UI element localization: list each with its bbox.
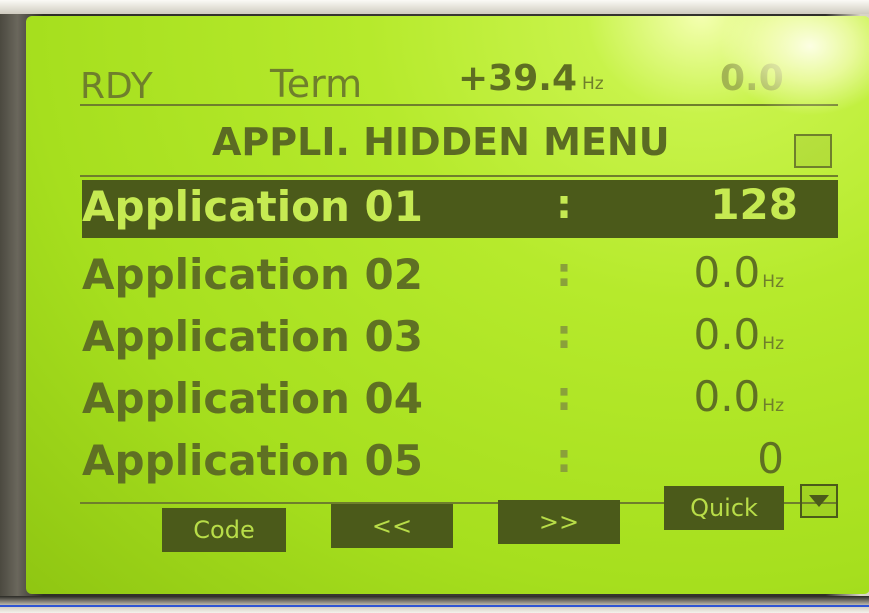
title-divider bbox=[80, 175, 838, 177]
menu-item-application-03[interactable]: Application 03 : 0.0 Hz bbox=[82, 310, 838, 368]
menu-item-separator: : bbox=[556, 374, 572, 420]
menu-item-value: 0 bbox=[757, 434, 784, 483]
menu-item-value-number: 128 bbox=[710, 180, 798, 229]
code-button[interactable]: Code bbox=[162, 508, 286, 552]
frame-top-edge bbox=[0, 0, 869, 14]
menu-item-value: 0.0 Hz bbox=[693, 372, 784, 421]
triangle-down-icon bbox=[809, 495, 829, 507]
menu-item-value: 128 bbox=[710, 180, 798, 229]
status-frequency-unit: Hz bbox=[582, 74, 604, 94]
menu-item-value: 0.0 Hz bbox=[693, 248, 784, 297]
blank-square-icon bbox=[794, 134, 832, 168]
menu-item-separator: : bbox=[556, 312, 572, 358]
menu-item-label: Application 03 bbox=[82, 312, 423, 361]
menu-item-label: Application 02 bbox=[82, 250, 423, 299]
status-right-value: 0.0 bbox=[720, 58, 784, 99]
lcd-screen: RDY Term +39.4 Hz 0.0 APPLI. HIDDEN MENU… bbox=[26, 16, 869, 594]
menu-item-label: Application 04 bbox=[82, 374, 423, 423]
status-divider bbox=[80, 104, 838, 106]
previous-button[interactable]: << bbox=[331, 504, 453, 548]
scroll-down-button[interactable] bbox=[800, 484, 838, 518]
menu-item-separator: : bbox=[556, 436, 572, 482]
next-button[interactable]: >> bbox=[498, 500, 620, 544]
menu-item-label: Application 05 bbox=[82, 436, 423, 485]
status-state: RDY bbox=[80, 66, 153, 107]
menu-item-value-number: 0 bbox=[757, 434, 784, 483]
menu-item-value-number: 0.0 bbox=[693, 372, 761, 421]
menu-item-value-unit: Hz bbox=[762, 334, 784, 354]
quick-button[interactable]: Quick bbox=[664, 486, 784, 530]
menu-item-label: Application 01 bbox=[82, 182, 423, 231]
blue-edge-line bbox=[0, 605, 869, 607]
menu-item-value-unit: Hz bbox=[762, 396, 784, 416]
frame-bottom-edge bbox=[0, 596, 869, 613]
menu-item-value-number: 0.0 bbox=[693, 248, 761, 297]
menu-item-application-02[interactable]: Application 02 : 0.0 Hz bbox=[82, 248, 838, 306]
menu-item-application-01[interactable]: Application 01 : 128 bbox=[82, 180, 838, 238]
menu-item-value: 0.0 Hz bbox=[693, 310, 784, 359]
menu-item-application-05[interactable]: Application 05 : 0 bbox=[82, 434, 838, 492]
menu-title: APPLI. HIDDEN MENU bbox=[212, 120, 670, 164]
status-frequency: +39.4 bbox=[458, 58, 577, 99]
menu-item-application-04[interactable]: Application 04 : 0.0 Hz bbox=[82, 372, 838, 430]
menu-item-separator: : bbox=[556, 250, 572, 296]
status-mode: Term bbox=[270, 62, 363, 106]
menu-item-separator: : bbox=[556, 182, 572, 228]
menu-item-value-number: 0.0 bbox=[693, 310, 761, 359]
menu-item-value-unit: Hz bbox=[762, 272, 784, 292]
